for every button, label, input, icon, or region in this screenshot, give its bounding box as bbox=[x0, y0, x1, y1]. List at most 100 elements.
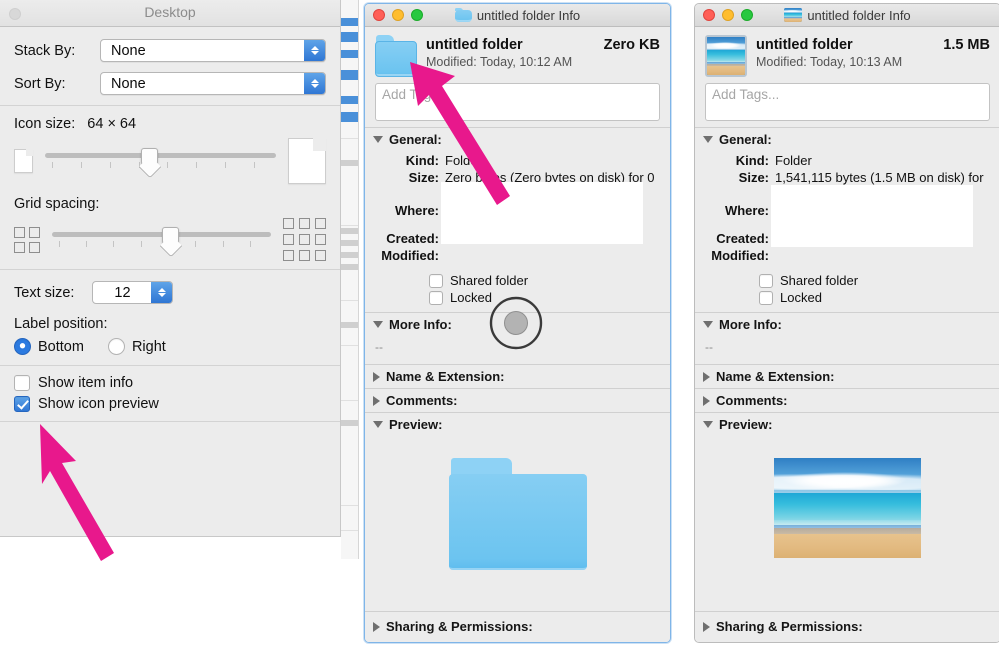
disclosure-triangle-down-icon[interactable] bbox=[703, 421, 713, 428]
preview-section-header[interactable]: Preview: bbox=[695, 413, 999, 436]
general-section-header[interactable]: General: bbox=[695, 128, 999, 151]
folder-info-meta: untitled folder Modified: Today, 10:12 A… bbox=[426, 35, 604, 69]
modified-key: Modified: bbox=[711, 248, 769, 263]
disclosure-triangle-right-icon[interactable] bbox=[703, 621, 710, 632]
text-size-row: Text size: 12 bbox=[14, 281, 326, 304]
locked-checkbox[interactable] bbox=[429, 290, 443, 305]
grid-spacing-slider[interactable] bbox=[52, 226, 271, 254]
slider-track bbox=[45, 153, 276, 158]
general-section-header[interactable]: General: bbox=[365, 128, 670, 151]
chevron-updown-icon[interactable] bbox=[151, 282, 172, 303]
show-item-info-row[interactable]: Show item info bbox=[14, 375, 326, 391]
text-size-stepper[interactable]: 12 bbox=[92, 281, 173, 304]
disclosure-triangle-right-icon[interactable] bbox=[703, 395, 710, 406]
image-info-meta: untitled folder Modified: Today, 10:13 A… bbox=[756, 35, 943, 69]
icon-size-slider-knob[interactable] bbox=[140, 148, 158, 170]
beach-photo-icon[interactable] bbox=[705, 35, 747, 77]
grid-spacing-slider-knob[interactable] bbox=[162, 226, 180, 249]
kind-row: Kind: Folder bbox=[375, 153, 660, 169]
item-name[interactable]: untitled folder bbox=[756, 37, 943, 53]
text-settings-group: Text size: 12 Label position: Bottom Rig… bbox=[0, 270, 340, 365]
name-extension-section-label: Name & Extension: bbox=[386, 369, 505, 384]
modified-value bbox=[445, 248, 660, 264]
comments-section-header[interactable]: Comments: bbox=[695, 389, 999, 412]
add-tags-input[interactable]: Add Tags... bbox=[705, 83, 990, 121]
view-options-window: Desktop Stack By: None Sort By: None Ico… bbox=[0, 0, 341, 537]
chevron-updown-icon[interactable] bbox=[304, 73, 325, 94]
item-name[interactable]: untitled folder bbox=[426, 37, 604, 53]
show-icon-preview-label: Show icon preview bbox=[38, 396, 159, 412]
more-info-section-header[interactable]: More Info: bbox=[365, 313, 670, 336]
name-extension-section-header[interactable]: Name & Extension: bbox=[365, 365, 670, 388]
general-section-label: General: bbox=[389, 132, 442, 147]
sharing-section-header[interactable]: Sharing & Permissions: bbox=[365, 612, 670, 642]
shared-folder-row[interactable]: Shared folder bbox=[695, 273, 999, 288]
sharing-section-header[interactable]: Sharing & Permissions: bbox=[695, 612, 999, 642]
disclosure-triangle-down-icon[interactable] bbox=[373, 136, 383, 143]
disclosure-triangle-down-icon[interactable] bbox=[703, 136, 713, 143]
folder-info-titlebar[interactable]: untitled folder Info bbox=[365, 4, 670, 27]
comments-section-header[interactable]: Comments: bbox=[365, 389, 670, 412]
locked-row[interactable]: Locked bbox=[365, 290, 670, 305]
small-document-icon bbox=[14, 149, 33, 173]
where-key: Where: bbox=[724, 203, 769, 218]
chevron-updown-icon[interactable] bbox=[304, 40, 325, 61]
screen: Desktop Stack By: None Sort By: None Ico… bbox=[0, 0, 999, 646]
display-options-group: Show item info Show icon preview bbox=[0, 366, 340, 421]
beach-photo-icon bbox=[784, 8, 803, 22]
shared-folder-checkbox[interactable] bbox=[429, 273, 443, 288]
locked-checkbox[interactable] bbox=[759, 290, 773, 305]
disclosure-triangle-right-icon[interactable] bbox=[703, 371, 710, 382]
kind-row: Kind: Folder bbox=[705, 153, 990, 169]
sort-by-select[interactable]: None bbox=[100, 72, 326, 95]
show-icon-preview-checkbox[interactable] bbox=[14, 396, 30, 412]
disclosure-triangle-right-icon[interactable] bbox=[373, 621, 380, 632]
more-info-value: -- bbox=[375, 340, 383, 354]
add-tags-input[interactable]: Add Tags... bbox=[375, 83, 660, 121]
size-key: Size: bbox=[738, 170, 769, 185]
background-window-sliver bbox=[341, 0, 359, 559]
icon-size-label: Icon size: bbox=[14, 116, 76, 132]
locked-label: Locked bbox=[780, 290, 822, 305]
disclosure-triangle-down-icon[interactable] bbox=[703, 321, 713, 328]
item-size-badge: Zero KB bbox=[603, 37, 660, 53]
locked-row[interactable]: Locked bbox=[695, 290, 999, 305]
disclosure-triangle-right-icon[interactable] bbox=[373, 395, 380, 406]
comments-section-label: Comments: bbox=[386, 393, 458, 408]
preview-section-header[interactable]: Preview: bbox=[365, 413, 670, 436]
stack-by-select[interactable]: None bbox=[100, 39, 326, 62]
image-info-window: untitled folder Info untitled folder Mod… bbox=[694, 3, 999, 643]
folder-info-window: untitled folder Info untitled folder Mod… bbox=[364, 3, 671, 643]
icon-size-slider[interactable] bbox=[45, 147, 276, 175]
more-info-value: -- bbox=[705, 340, 713, 354]
disclosure-triangle-down-icon[interactable] bbox=[373, 421, 383, 428]
radio-right[interactable] bbox=[107, 338, 125, 355]
disclosure-triangle-down-icon[interactable] bbox=[373, 321, 383, 328]
preview-section-label: Preview: bbox=[719, 417, 773, 432]
kind-value: Folder bbox=[775, 153, 812, 168]
kind-key: Kind: bbox=[735, 153, 769, 168]
stack-by-label: Stack By: bbox=[14, 42, 76, 59]
sort-settings-group: Stack By: None Sort By: None bbox=[0, 27, 340, 105]
image-info-titlebar[interactable]: untitled folder Info bbox=[695, 4, 999, 27]
radio-bottom[interactable] bbox=[14, 338, 31, 355]
preview-content bbox=[365, 436, 670, 596]
more-info-section-label: More Info: bbox=[389, 317, 452, 332]
sharing-section-label: Sharing & Permissions: bbox=[716, 619, 863, 634]
icon-size-value: 64 × 64 bbox=[87, 116, 137, 132]
show-icon-preview-row[interactable]: Show icon preview bbox=[14, 396, 326, 412]
view-options-titlebar[interactable]: Desktop bbox=[0, 0, 340, 27]
text-size-value: 12 bbox=[114, 284, 131, 301]
shared-folder-checkbox[interactable] bbox=[759, 273, 773, 288]
sort-by-value: None bbox=[111, 75, 146, 92]
more-info-section-header[interactable]: More Info: bbox=[695, 313, 999, 336]
large-document-icon bbox=[288, 138, 326, 184]
folder-info-header: untitled folder Modified: Today, 10:12 A… bbox=[365, 27, 670, 81]
disclosure-triangle-right-icon[interactable] bbox=[373, 371, 380, 382]
name-extension-section-header[interactable]: Name & Extension: bbox=[695, 365, 999, 388]
window-title-area: untitled folder Info bbox=[365, 8, 670, 23]
show-item-info-checkbox[interactable] bbox=[14, 375, 30, 391]
shared-folder-row[interactable]: Shared folder bbox=[365, 273, 670, 288]
folder-icon[interactable] bbox=[375, 35, 417, 77]
general-fields: Kind: Folder Size: 1,541,115 bytes (1.5 … bbox=[695, 151, 999, 271]
